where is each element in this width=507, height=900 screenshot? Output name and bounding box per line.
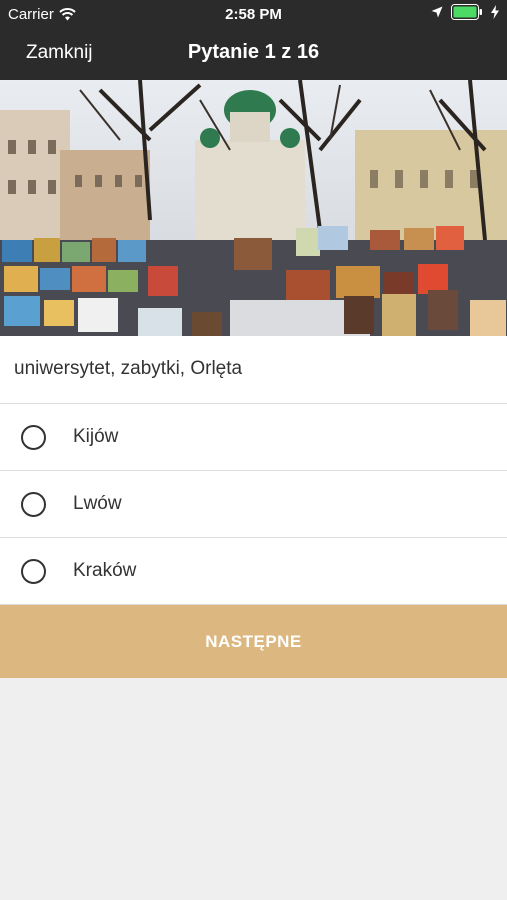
next-button[interactable]: NASTĘPNE [0, 605, 507, 678]
next-button-label: NASTĘPNE [205, 631, 302, 651]
answer-option-label: Kraków [73, 560, 137, 581]
location-icon [431, 6, 443, 18]
status-right-group [431, 4, 499, 20]
navigation-bar: Zamknij Pytanie 1 z 16 [0, 28, 507, 80]
empty-background [0, 678, 507, 900]
question-counter-title: Pytanie 1 z 16 [187, 41, 320, 63]
answer-option-label: Lwów [73, 493, 122, 514]
radio-button-icon[interactable] [21, 492, 46, 517]
radio-button-icon[interactable] [21, 559, 46, 584]
radio-button-icon[interactable] [21, 425, 46, 450]
status-bar: Carrier 2:58 PM [0, 0, 507, 28]
question-hint: uniwersytet, zabytki, Orlęta [0, 336, 507, 404]
battery-icon [451, 4, 482, 20]
charging-icon [491, 5, 499, 19]
question-photo [0, 80, 507, 336]
answer-option-1[interactable]: Kijów [0, 404, 507, 471]
answer-option-3[interactable]: Kraków [0, 538, 507, 605]
answer-option-2[interactable]: Lwów [0, 471, 507, 538]
answer-option-label: Kijów [73, 426, 119, 447]
question-hint-text: uniwersytet, zabytki, Orlęta [14, 358, 243, 379]
